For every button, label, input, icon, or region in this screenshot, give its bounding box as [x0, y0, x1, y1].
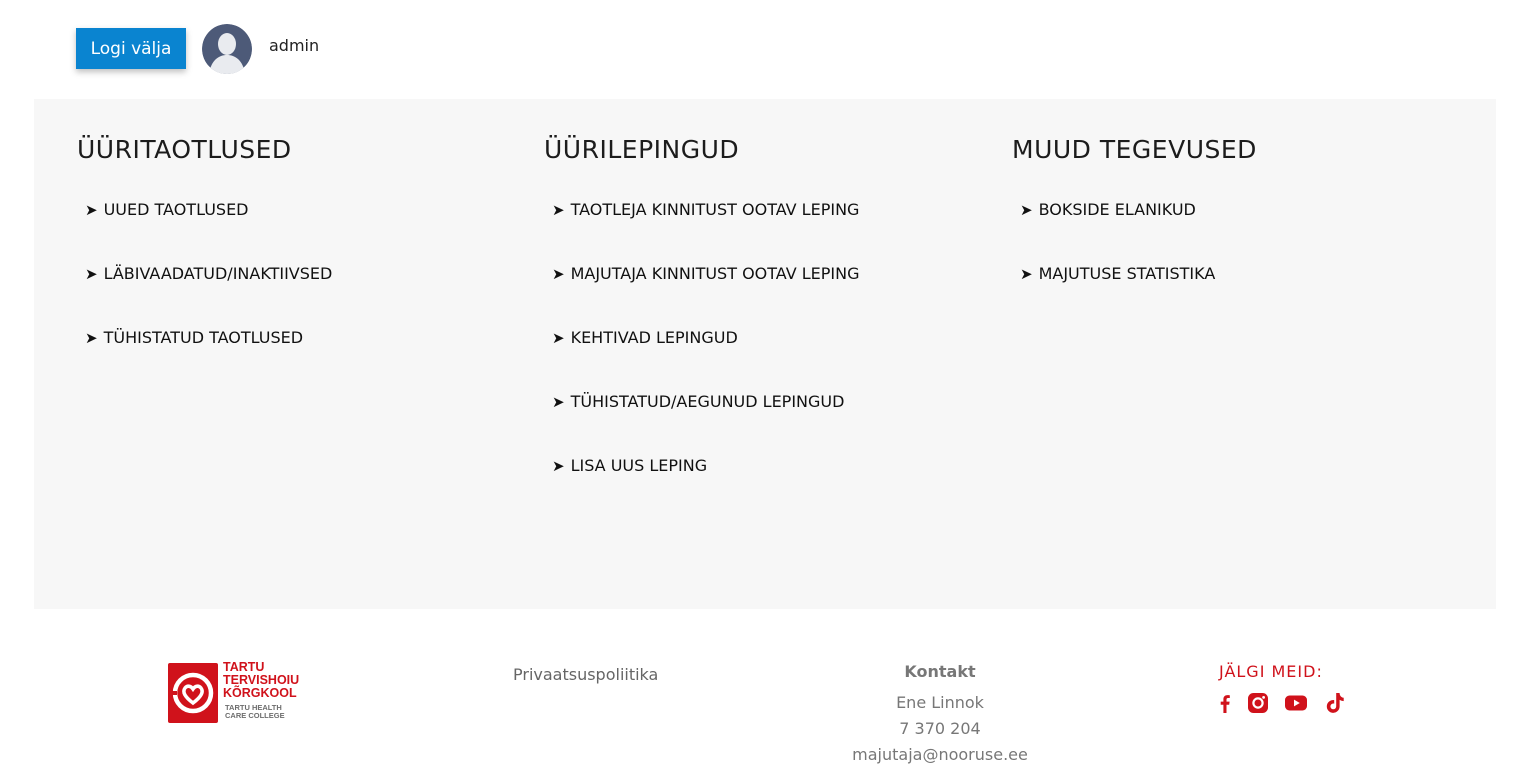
follow-label: JÄLGI MEID:	[1219, 662, 1323, 681]
arrow-right-icon: ➤	[552, 201, 565, 219]
menu-link-label: UUED TAOTLUSED	[103, 200, 249, 219]
menu-link-label: KEHTIVAD LEPINGUD	[570, 328, 738, 347]
menu-item: ➤ BOKSIDE ELANIKUD	[1020, 195, 1440, 259]
username: admin	[269, 36, 320, 55]
heart-logo-icon	[168, 663, 218, 723]
menu-item: ➤ UUED TAOTLUSED	[85, 195, 505, 259]
menu-link-new-applications[interactable]: ➤ UUED TAOTLUSED	[85, 200, 249, 219]
menu-link-accommodation-statistics[interactable]: ➤ MAJUTUSE STATISTIKA	[1020, 264, 1215, 283]
section-rental-contracts: ÜÜRILEPINGUD ➤ TAOTLEJA KINNITUST OOTAV L…	[544, 133, 860, 475]
arrow-right-icon: ➤	[85, 201, 98, 219]
menu-link-applicant-pending[interactable]: ➤ TAOTLEJA KINNITUST OOTAV LEPING	[552, 200, 859, 219]
contact-name: Ene Linnok	[896, 693, 984, 712]
contact-block: Kontakt Ene Linnok 7 370 204 majutaja@no…	[820, 661, 1060, 768]
menu-item: ➤ KEHTIVAD LEPINGUD	[552, 323, 972, 387]
menu-link-host-pending[interactable]: ➤ MAJUTAJA KINNITUST OOTAV LEPING	[552, 264, 860, 283]
avatar	[202, 24, 252, 74]
tiktok-icon[interactable]	[1323, 691, 1347, 715]
contact-email[interactable]: majutaja@nooruse.ee	[820, 742, 1060, 768]
menu-link-label: MAJUTAJA KINNITUST OOTAV LEPING	[570, 264, 860, 283]
menu-link-valid-contracts[interactable]: ➤ KEHTIVAD LEPINGUD	[552, 328, 738, 347]
menu-link-reviewed-inactive[interactable]: ➤ LÄBIVAADATUD/INAKTIIVSED	[85, 264, 332, 283]
menu-link-label: LÄBIVAADATUD/INAKTIIVSED	[103, 264, 333, 283]
arrow-right-icon: ➤	[552, 265, 565, 283]
menu-list: ➤ BOKSIDE ELANIKUD ➤ MAJUTUSE STATISTIKA	[1020, 195, 1440, 323]
logo-wordmark: TARTU TERVISHOIU KÕRGKOOL	[223, 661, 299, 700]
arrow-right-icon: ➤	[85, 265, 98, 283]
arrow-right-icon: ➤	[552, 457, 565, 475]
menu-link-label: TÜHISTATUD TAOTLUSED	[103, 328, 304, 347]
youtube-icon[interactable]	[1284, 691, 1308, 715]
arrow-right-icon: ➤	[1020, 201, 1033, 219]
section-title: MUUD TEGEVUSED	[1012, 135, 1257, 164]
user-avatar-icon	[202, 24, 252, 74]
follow-us: JÄLGI MEID:	[1219, 661, 1344, 713]
arrow-right-icon: ➤	[85, 329, 98, 347]
instagram-icon[interactable]	[1246, 691, 1270, 715]
menu-link-label: TAOTLEJA KINNITUST OOTAV LEPING	[570, 200, 860, 219]
menu-link-label: TÜHISTATUD/AEGUNUD LEPINGUD	[570, 392, 845, 411]
menu-link-label: LISA UUS LEPING	[570, 456, 708, 475]
arrow-right-icon: ➤	[552, 329, 565, 347]
arrow-right-icon: ➤	[552, 393, 565, 411]
menu-list: ➤ TAOTLEJA KINNITUST OOTAV LEPING ➤ MAJUTA…	[552, 195, 972, 515]
logo-subtitle: TARTU HEALTH CARE COLLEGE	[225, 704, 285, 720]
arrow-right-icon: ➤	[1020, 265, 1033, 283]
menu-item: ➤ MAJUTUSE STATISTIKA	[1020, 259, 1440, 323]
social-links	[1219, 691, 1359, 717]
footer: TARTU TERVISHOIU KÕRGKOOL TARTU HEALTH C…	[0, 609, 1525, 782]
menu-item: ➤ MAJUTAJA KINNITUST OOTAV LEPING	[552, 259, 972, 323]
menu-link-label: BOKSIDE ELANIKUD	[1038, 200, 1196, 219]
logout-button[interactable]: Logi välja	[76, 28, 186, 69]
logo-sub-line: CARE COLLEGE	[225, 711, 285, 720]
section-other-actions: MUUD TEGEVUSED ➤ BOKSIDE ELANIKUD ➤ MAJUTU…	[1012, 133, 1257, 283]
facebook-icon[interactable]	[1213, 691, 1237, 715]
menu-link-cancelled-expired[interactable]: ➤ TÜHISTATUD/AEGUNUD LEPINGUD	[552, 392, 844, 411]
menu-list: ➤ UUED TAOTLUSED ➤ LÄBIVAADATUD/INAKTIIVSE…	[85, 195, 505, 387]
menu-link-cancelled-applications[interactable]: ➤ TÜHISTATUD TAOTLUSED	[85, 328, 303, 347]
logo-line: KÕRGKOOL	[223, 686, 297, 700]
top-bar: Logi välja admin	[0, 0, 1525, 99]
section-title: ÜÜRITAOTLUSED	[77, 135, 292, 164]
menu-item: ➤ TÜHISTATUD/AEGUNUD LEPINGUD	[552, 387, 972, 451]
contact-title: Kontakt	[904, 662, 976, 681]
menu-link-label: MAJUTUSE STATISTIKA	[1038, 264, 1216, 283]
menu-item: ➤ LÄBIVAADATUD/INAKTIIVSED	[85, 259, 505, 323]
menu-item: ➤ LISA UUS LEPING	[552, 451, 972, 515]
college-logo[interactable]: TARTU TERVISHOIU KÕRGKOOL TARTU HEALTH C…	[168, 661, 313, 725]
menu-link-add-contract[interactable]: ➤ LISA UUS LEPING	[552, 456, 707, 475]
privacy-policy-link[interactable]: Privaatsuspoliitika	[513, 665, 658, 684]
menu-item: ➤ TAOTLEJA KINNITUST OOTAV LEPING	[552, 195, 972, 259]
menu-item: ➤ TÜHISTATUD TAOTLUSED	[85, 323, 505, 387]
menu-link-box-residents[interactable]: ➤ BOKSIDE ELANIKUD	[1020, 200, 1196, 219]
contact-phone: 7 370 204	[899, 719, 981, 738]
section-title: ÜÜRILEPINGUD	[544, 135, 740, 164]
menu-panel: ÜÜRITAOTLUSED ➤ UUED TAOTLUSED ➤ LÄBIVAADA…	[34, 99, 1496, 609]
section-rental-applications: ÜÜRITAOTLUSED ➤ UUED TAOTLUSED ➤ LÄBIVAADA…	[77, 133, 332, 347]
